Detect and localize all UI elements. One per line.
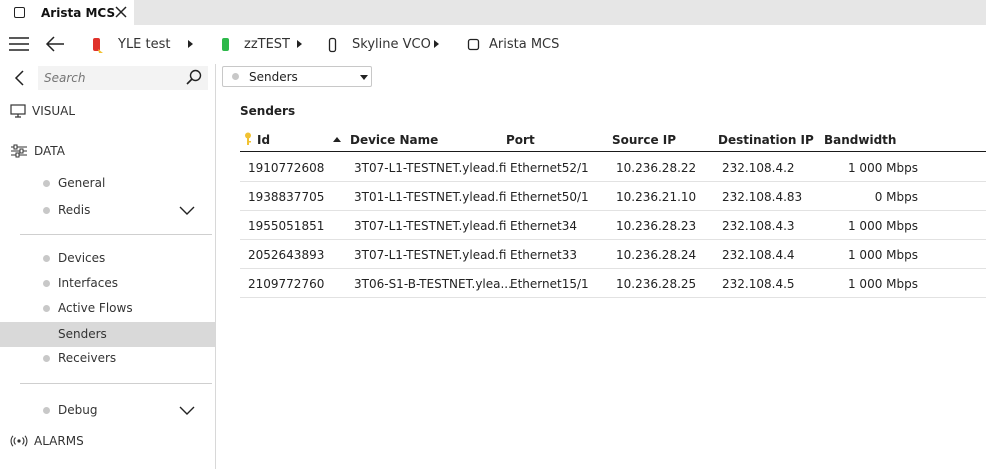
- column-header-destination-ip[interactable]: Destination IP: [718, 133, 814, 147]
- cell-port: Ethernet50/1: [510, 190, 589, 204]
- cell-source-ip: 10.236.28.23: [616, 219, 697, 233]
- divider: [20, 383, 212, 384]
- cell-destination-ip: 232.108.4.3: [722, 219, 795, 233]
- cell-destination-ip: 232.108.4.4: [722, 248, 795, 262]
- cell-device-name: 3T07-L1-TESTNET.ylead.fi: [354, 219, 507, 233]
- breadcrumb-arrow-icon[interactable]: [188, 40, 193, 48]
- table-row[interactable]: 1955051851 3T07-L1-TESTNET.ylead.fi Ethe…: [240, 211, 986, 240]
- column-header-bandwidth[interactable]: Bandwidth: [824, 133, 896, 147]
- cell-port: Ethernet34: [510, 219, 577, 233]
- broadcast-icon: [10, 435, 28, 447]
- cell-id: 2109772760: [248, 277, 325, 291]
- cell-device-name: 3T07-L1-TESTNET.ylead.fi: [354, 248, 507, 262]
- cell-source-ip: 10.236.21.10: [616, 190, 697, 204]
- close-icon[interactable]: [114, 5, 128, 19]
- table-row[interactable]: 2109772760 3T06-S1-B-TESTNET.ylea... Eth…: [240, 269, 986, 298]
- search-icon[interactable]: [186, 69, 202, 85]
- header-bar: YLE test zzTEST Skyline VCO Arista MCS: [0, 25, 986, 64]
- divider: [20, 234, 212, 235]
- cell-id: 2052643893: [248, 248, 325, 262]
- cell-bandwidth: 0 Mbps: [874, 190, 918, 204]
- sidebar-item-senders[interactable]: Senders: [0, 322, 215, 347]
- status-dot: [43, 207, 50, 214]
- hamburger-menu-icon[interactable]: [9, 37, 29, 51]
- sidebar-item-devices[interactable]: Devices: [0, 246, 215, 271]
- monitor-icon: [10, 104, 26, 118]
- sidebar-item-debug[interactable]: Debug: [0, 398, 215, 423]
- breadcrumb-arrow-icon[interactable]: [434, 40, 439, 48]
- sidebar-item-interfaces[interactable]: Interfaces: [0, 271, 215, 296]
- page-selector-dropdown[interactable]: Senders: [222, 66, 372, 87]
- cell-port: Ethernet15/1: [510, 277, 589, 291]
- cell-device-name: 3T06-S1-B-TESTNET.ylea...: [354, 277, 512, 291]
- red-status-icon: [93, 37, 103, 53]
- cell-id: 1955051851: [248, 219, 325, 233]
- tab-title: Arista MCS: [41, 6, 116, 20]
- back-arrow-icon[interactable]: [45, 35, 65, 53]
- cell-id: 1910772608: [248, 161, 325, 175]
- table-row[interactable]: 2052643893 3T07-L1-TESTNET.ylead.fi Ethe…: [240, 240, 986, 269]
- sort-ascending-icon[interactable]: [333, 137, 341, 142]
- column-header-port[interactable]: Port: [506, 133, 535, 147]
- cell-port: Ethernet52/1: [510, 161, 589, 175]
- breadcrumb-yle-test[interactable]: YLE test: [90, 25, 171, 64]
- cell-port: Ethernet33: [510, 248, 577, 262]
- status-dot: [43, 305, 50, 312]
- status-dot: [232, 73, 239, 80]
- key-icon: [245, 132, 251, 145]
- column-header-source-ip[interactable]: Source IP: [612, 133, 676, 147]
- caret-down-icon: [360, 75, 368, 80]
- panel-title: Senders: [240, 104, 296, 118]
- cell-id: 1938837705: [248, 190, 325, 204]
- tab-arista-mcs[interactable]: Arista MCS: [0, 0, 134, 25]
- search-input[interactable]: [38, 66, 208, 90]
- cell-source-ip: 10.236.28.25: [616, 277, 697, 291]
- sidebar-item-general[interactable]: General: [0, 171, 215, 196]
- table-row[interactable]: 1910772608 3T07-L1-TESTNET.ylead.fi Ethe…: [240, 153, 986, 182]
- element-square-icon: [467, 38, 480, 51]
- status-dot: [43, 180, 50, 187]
- element-outline-icon: [328, 37, 337, 52]
- chevron-left-icon[interactable]: [13, 70, 25, 86]
- cell-bandwidth: 1 000 Mbps: [847, 277, 918, 291]
- breadcrumb-arrow-icon[interactable]: [297, 40, 302, 48]
- section-visual[interactable]: VISUAL: [10, 104, 75, 118]
- table-row[interactable]: 1938837705 3T01-L1-TESTNET.ylead.fi Ethe…: [240, 182, 986, 211]
- cell-device-name: 3T01-L1-TESTNET.ylead.fi: [354, 190, 507, 204]
- cell-destination-ip: 232.108.4.2: [722, 161, 795, 175]
- column-header-id[interactable]: Id: [257, 133, 270, 147]
- tab-strip: Arista MCS: [0, 0, 986, 25]
- cell-bandwidth: 1 000 Mbps: [847, 219, 918, 233]
- status-dot: [43, 407, 50, 414]
- cell-bandwidth: 1 000 Mbps: [847, 161, 918, 175]
- tab-element-icon: [14, 7, 25, 18]
- green-status-icon: [222, 37, 229, 51]
- cell-source-ip: 10.236.28.24: [616, 248, 697, 262]
- sidebar-item-receivers[interactable]: Receivers: [0, 346, 215, 371]
- sliders-icon: [11, 144, 27, 158]
- cell-source-ip: 10.236.28.22: [616, 161, 697, 175]
- cell-bandwidth: 1 000 Mbps: [847, 248, 918, 262]
- chevron-down-icon[interactable]: [179, 206, 195, 216]
- chevron-down-icon[interactable]: [179, 406, 195, 416]
- status-dot: [43, 280, 50, 287]
- sidebar-item-active-flows[interactable]: Active Flows: [0, 296, 215, 321]
- breadcrumb-zztest[interactable]: zzTEST: [221, 25, 290, 64]
- breadcrumb-skyline-vco[interactable]: Skyline VCO: [328, 25, 431, 64]
- cell-device-name: 3T07-L1-TESTNET.ylead.fi: [354, 161, 507, 175]
- cell-destination-ip: 232.108.4.83: [722, 190, 803, 204]
- column-header-device-name[interactable]: Device Name: [350, 133, 438, 147]
- section-alarms[interactable]: ALARMS: [10, 434, 84, 448]
- table-header: Id Device Name Port Source IP Destinatio…: [240, 128, 986, 152]
- status-dot: [43, 355, 50, 362]
- status-dot: [43, 255, 50, 262]
- breadcrumb-arista-mcs[interactable]: Arista MCS: [467, 25, 559, 64]
- section-data[interactable]: DATA: [10, 144, 65, 158]
- sidebar-item-redis[interactable]: Redis: [0, 198, 215, 223]
- cell-destination-ip: 232.108.4.5: [722, 277, 795, 291]
- sidebar: VISUAL DATA General Redis Devices Interf…: [0, 64, 216, 469]
